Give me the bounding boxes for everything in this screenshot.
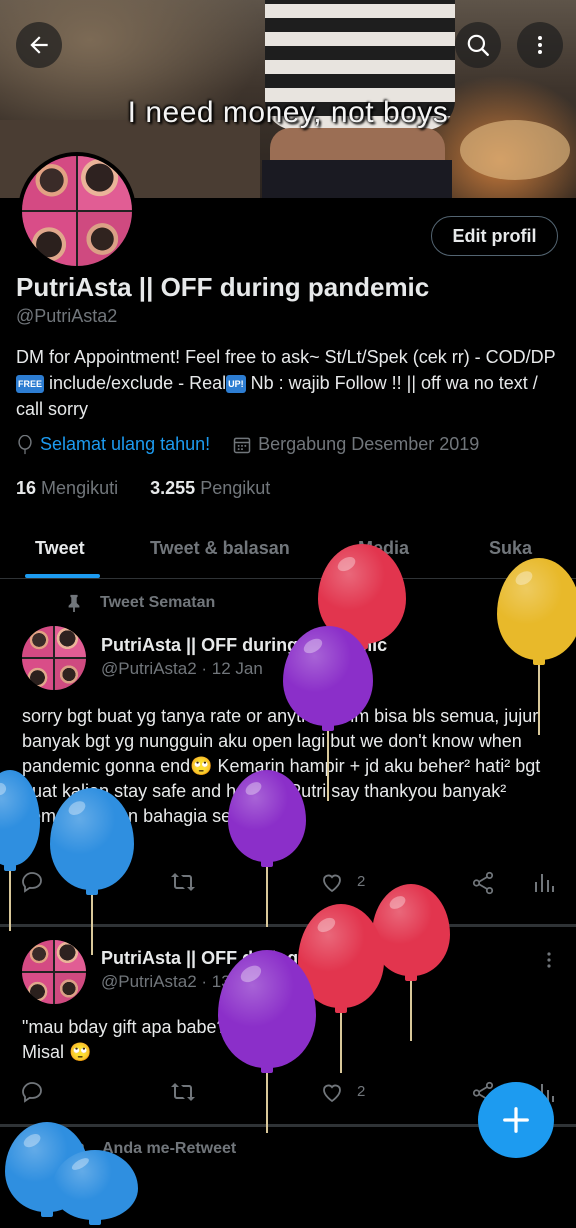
pin-icon — [68, 594, 80, 612]
balloon-string — [327, 731, 329, 801]
search-button[interactable] — [455, 22, 501, 68]
display-name: PutriAsta || OFF during pandemic — [16, 272, 430, 302]
balloon-highlight — [70, 1155, 91, 1173]
avatar-image — [22, 156, 132, 266]
balloon-highlight — [513, 568, 536, 589]
balloon-knot — [261, 1066, 273, 1073]
balloon — [0, 770, 40, 934]
balloon-knot — [86, 888, 98, 895]
profile-meta: Selamat ulang tahun! Bergabung Desember … — [16, 434, 479, 455]
balloon-knot — [405, 974, 417, 981]
balloon — [228, 770, 306, 930]
followers-link[interactable]: 3.255 Pengikut — [150, 478, 270, 498]
balloon — [52, 1150, 138, 1228]
retweet-icon[interactable] — [170, 870, 196, 894]
balloon-knot — [4, 864, 16, 871]
like-count: 2 — [357, 1083, 366, 1100]
compose-tweet-button[interactable] — [478, 1082, 554, 1158]
balloon-body — [228, 770, 306, 862]
balloon-knot — [89, 1218, 101, 1225]
balloon-highlight — [335, 553, 359, 575]
balloon-string — [9, 871, 11, 931]
balloon-string — [266, 867, 268, 927]
pinned-label: Tweet Sematan — [100, 594, 216, 611]
tweet-more-icon[interactable] — [540, 950, 558, 970]
balloon-highlight — [387, 893, 408, 912]
balloon-knot — [322, 724, 334, 731]
tweet-text-line: Misal 🙄 — [22, 1042, 92, 1062]
balloon-body — [50, 788, 134, 890]
balloon-string — [410, 981, 412, 1041]
balloon-highlight — [66, 798, 89, 819]
profile-tabs: Tweet Tweet & balasan Media Suka — [0, 524, 576, 579]
balloon-string — [538, 665, 540, 735]
tab-tweet-replies[interactable]: Tweet & balasan — [150, 538, 290, 559]
retweet-icon[interactable] — [170, 1080, 196, 1104]
banner-caption: I need money, not boys — [127, 96, 449, 129]
balloon-highlight — [315, 914, 338, 935]
follow-stats: 16 Mengikuti 3.255 Pengikut — [16, 478, 270, 499]
profile-avatar[interactable] — [18, 152, 136, 270]
plus-icon — [503, 1107, 529, 1133]
joined-date: Bergabung Desember 2019 — [258, 434, 480, 454]
bio-text: DM for Appointment! Feel free to ask~ St… — [16, 347, 556, 367]
balloon-highlight — [0, 780, 9, 798]
pinned-context: Tweet Sematan — [66, 594, 215, 612]
profile-bio: DM for Appointment! Feel free to ask~ St… — [16, 344, 556, 422]
free-emoji-icon: FREE — [16, 375, 45, 393]
balloon — [50, 788, 134, 958]
active-tab-indicator — [25, 574, 100, 578]
tab-tweet[interactable]: Tweet — [35, 538, 85, 559]
search-icon — [467, 34, 489, 56]
balloon-highlight — [301, 635, 325, 657]
banner-figure-jeans — [262, 160, 452, 198]
tab-likes[interactable]: Suka — [489, 538, 532, 559]
following-label: Mengikuti — [41, 478, 119, 498]
like-icon[interactable] — [319, 1080, 345, 1104]
bio-text: include/exclude - Real — [44, 373, 227, 393]
balloon-string — [91, 895, 93, 955]
balloon-body — [283, 626, 373, 726]
edit-profile-button[interactable]: Edit profil — [431, 216, 558, 256]
tweet-text: "mau bday gift apa babe?" Misal 🙄 — [22, 1015, 233, 1065]
balloon-knot — [261, 860, 273, 867]
balloon — [218, 950, 316, 1136]
tweet-text-line: "mau bday gift apa babe?" — [22, 1017, 233, 1037]
back-button[interactable] — [16, 22, 62, 68]
balloon-highlight — [243, 779, 264, 798]
balloon-highlight — [237, 962, 264, 986]
profile-handle: @PutriAsta2 — [16, 306, 118, 326]
avatar-image — [22, 626, 86, 690]
balloon — [497, 558, 576, 738]
following-link[interactable]: 16 Mengikuti — [16, 478, 118, 498]
balloon-body — [497, 558, 576, 660]
balloon-string — [340, 1013, 342, 1073]
more-vertical-icon — [538, 36, 542, 54]
up-emoji-icon: UP! — [226, 375, 246, 393]
tweet-handle-time: @PutriAsta2 · 12 Jan — [101, 659, 263, 678]
balloon-body — [218, 950, 316, 1068]
more-button[interactable] — [517, 22, 563, 68]
like-icon[interactable] — [319, 870, 345, 894]
followers-label: Pengikut — [200, 478, 271, 498]
balloon-body — [0, 770, 40, 866]
avatar[interactable] — [22, 626, 86, 690]
share-icon[interactable] — [470, 870, 496, 896]
like-count: 2 — [357, 873, 366, 890]
analytics-icon[interactable] — [532, 870, 554, 894]
balloon-knot — [533, 658, 545, 665]
balloon-string — [266, 1073, 268, 1133]
balloon-body — [52, 1150, 138, 1220]
birthday-link[interactable]: Selamat ulang tahun! — [40, 434, 210, 455]
balloon-highlight — [22, 1130, 44, 1150]
following-count: 16 — [16, 478, 37, 498]
calendar-icon — [233, 437, 251, 453]
balloon-icon — [18, 434, 32, 454]
balloon-knot — [335, 1006, 347, 1013]
arrow-left-icon — [30, 36, 48, 54]
followers-count: 3.255 — [150, 478, 196, 498]
reply-icon[interactable] — [20, 1080, 44, 1104]
